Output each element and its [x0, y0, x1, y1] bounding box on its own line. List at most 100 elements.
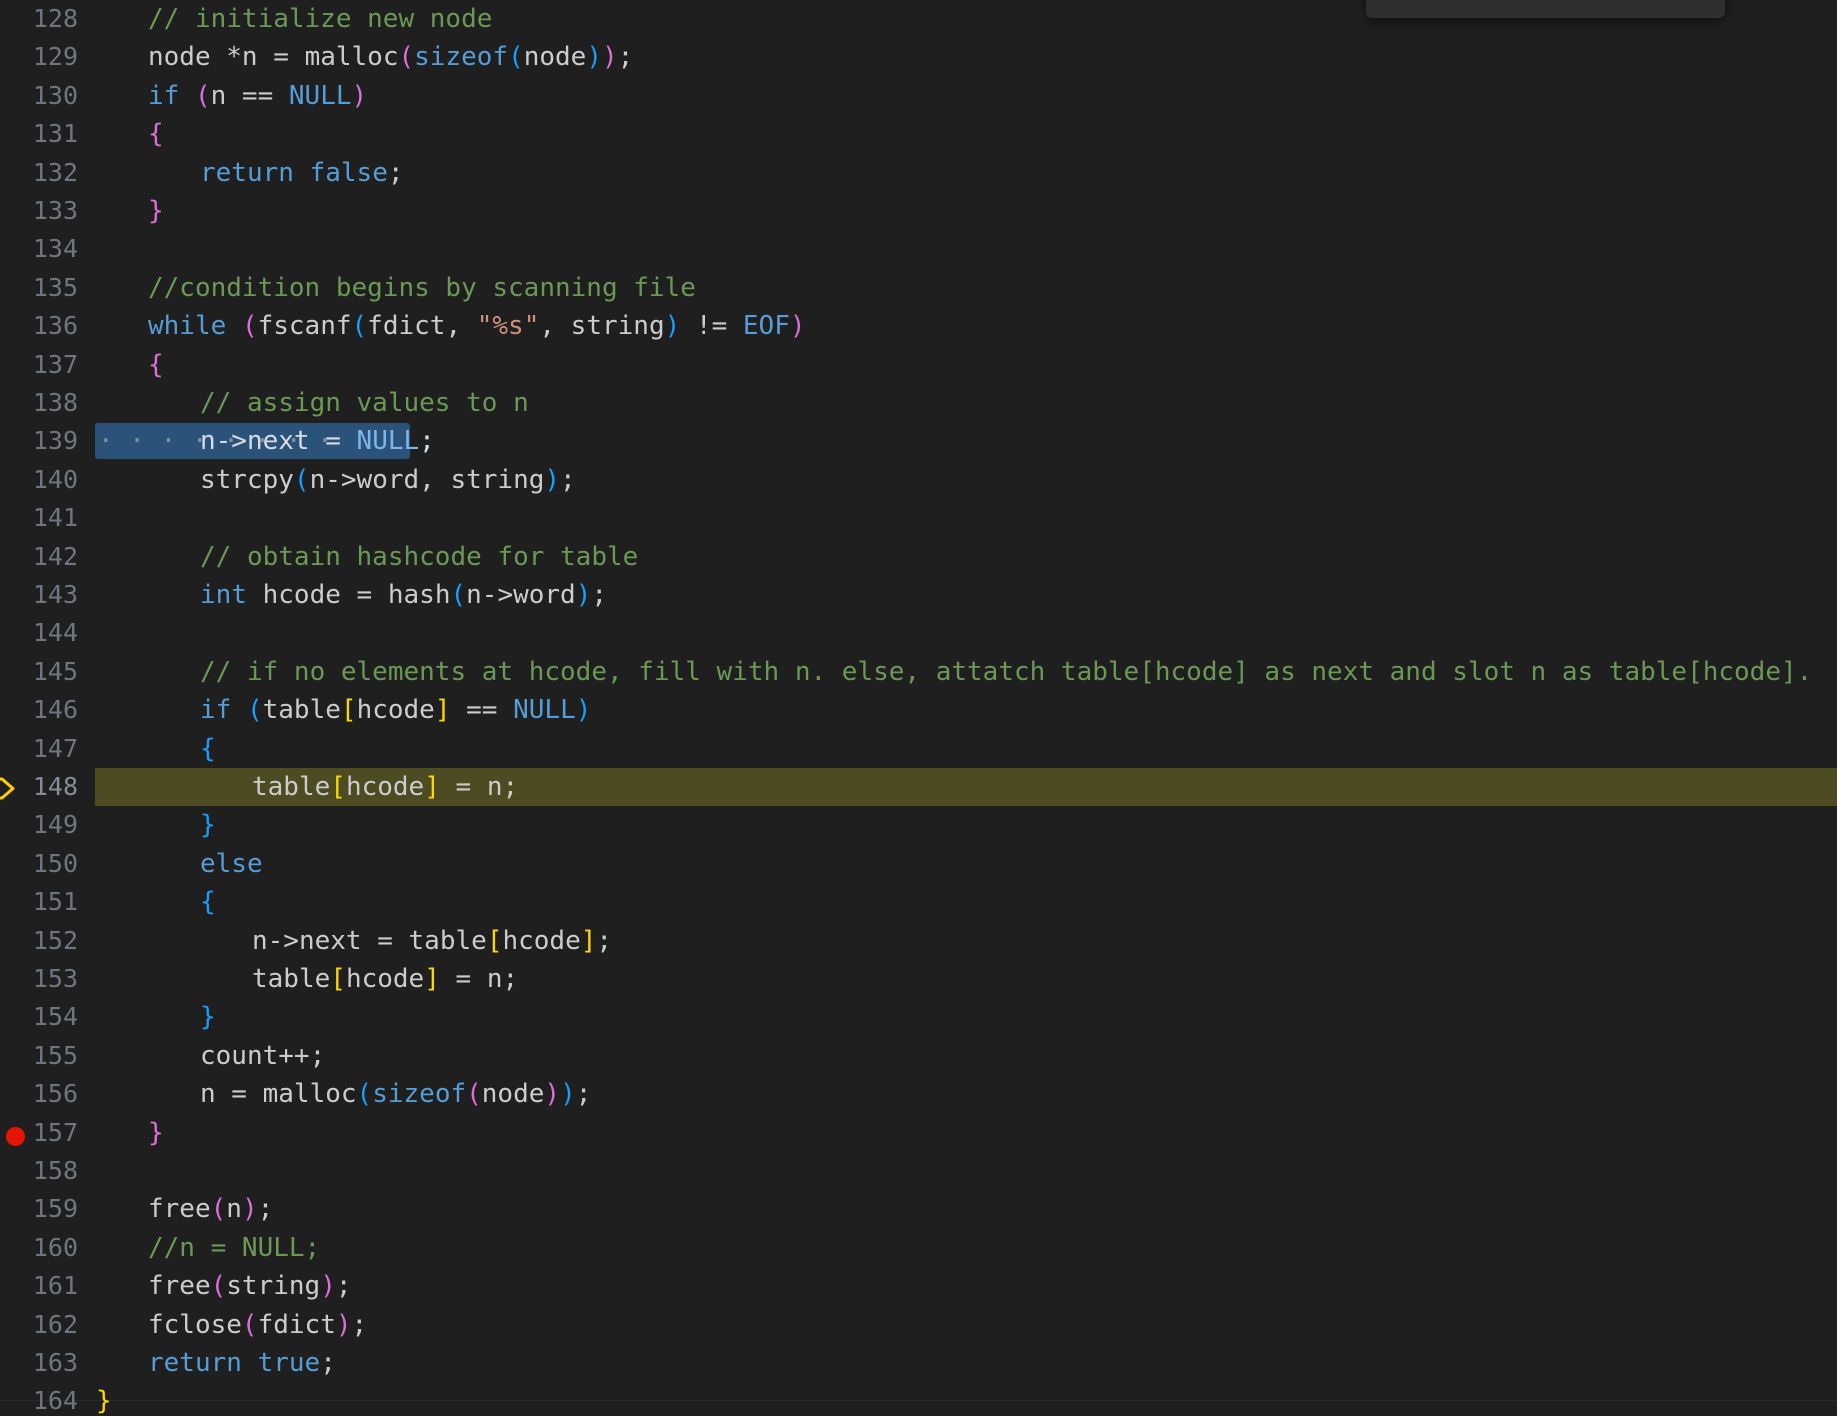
code-token: //condition begins by scanning file: [148, 272, 696, 303]
code-token: {: [148, 349, 164, 380]
line-number: 159: [32, 1194, 78, 1224]
code-token: table: [252, 964, 331, 994]
code-text[interactable]: // obtain hashcode for table: [200, 538, 638, 576]
code-line[interactable]: 130 if (n == NULL): [0, 77, 1837, 115]
code-token: hash: [387, 580, 451, 610]
code-line[interactable]: 133}: [0, 192, 1837, 230]
code-token: }: [200, 1002, 216, 1033]
code-text[interactable]: fclose(fdict);: [148, 1306, 367, 1344]
code-text[interactable]: // initialize new node: [148, 0, 492, 38]
code-line[interactable]: 146 if (table[hcode] == NULL): [0, 691, 1837, 729]
execution-pointer-arrow: [0, 777, 15, 800]
code-line[interactable]: · · · · · · · · 139 n->next = NULL;: [0, 422, 1837, 460]
code-text[interactable]: return true;: [148, 1344, 336, 1382]
code-line[interactable]: 132 return false;: [0, 154, 1837, 192]
code-line[interactable]: 145 // if no elements at hcode, fill with…: [0, 653, 1837, 691]
code-line[interactable]: 141: [0, 499, 1837, 537]
line-number: 152: [32, 925, 78, 955]
code-text[interactable]: }: [148, 1114, 164, 1152]
code-line[interactable]: 131 {: [0, 115, 1837, 153]
code-line[interactable]: 154}: [0, 998, 1837, 1036]
code-text[interactable]: //n = NULL;: [148, 1229, 320, 1267]
code-line[interactable]: 152 n->next = table[hcode];: [0, 922, 1837, 960]
code-text[interactable]: free(n);: [148, 1190, 273, 1228]
code-token: hcode: [345, 772, 425, 802]
code-text[interactable]: }: [96, 1382, 112, 1416]
code-line[interactable]: 158: [0, 1152, 1837, 1190]
code-line[interactable]: 148 table[hcode] = n;: [0, 768, 1837, 807]
line-number: 129: [32, 42, 78, 72]
code-token: strcpy: [200, 464, 294, 495]
code-line[interactable]: 143 int hcode = hash(n->word);: [0, 576, 1837, 614]
code-text[interactable]: table[hcode] = n;: [252, 960, 518, 998]
code-line[interactable]: 142 // obtain hashcode for table: [0, 538, 1837, 576]
code-line[interactable]: 137 {: [0, 346, 1837, 384]
code-lines-viewport[interactable]: 128 // initialize new node 129 node *n = ma…: [0, 0, 1837, 1416]
code-text[interactable]: strcpy(n->word, string);: [200, 461, 576, 499]
code-token: else: [200, 848, 263, 879]
code-text[interactable]: {: [200, 883, 216, 921]
code-token: // obtain hashcode for table: [200, 541, 639, 572]
code-text[interactable]: n = malloc(sizeof(node));: [200, 1075, 591, 1113]
code-text[interactable]: if (n == NULL): [148, 77, 367, 115]
code-text[interactable]: while (fscanf(fdict, "%s", string) != EO…: [148, 307, 806, 345]
code-text[interactable]: return false;: [200, 154, 404, 192]
code-text[interactable]: }: [200, 806, 216, 844]
code-text[interactable]: {: [148, 346, 164, 384]
code-line[interactable]: 150 else: [0, 845, 1837, 883]
execution-pointer-icon[interactable]: [0, 768, 34, 806]
code-line[interactable]: 156 n = malloc(sizeof(node));: [0, 1075, 1837, 1113]
line-number: 137: [32, 349, 78, 379]
code-line[interactable]: 138 // assign values to n: [0, 384, 1837, 422]
line-number: 151: [32, 887, 78, 917]
code-text[interactable]: table[hcode] = n;: [252, 768, 518, 806]
code-token: // initialize new node: [148, 4, 493, 34]
code-text[interactable]: count++;: [200, 1037, 325, 1075]
line-number: 134: [32, 234, 78, 264]
code-line[interactable]: 136 while (fscanf(fdict, "%s", string) !=…: [0, 307, 1837, 345]
code-line[interactable]: 149}: [0, 806, 1837, 844]
code-token: fclose: [148, 1309, 242, 1340]
code-token: n->next =: [200, 426, 357, 457]
code-line[interactable]: 157}: [0, 1114, 1837, 1152]
line-number: 145: [32, 656, 78, 686]
code-line[interactable]: 140 strcpy(n->word, string);: [0, 461, 1837, 499]
code-token: ): [544, 464, 561, 495]
code-text[interactable]: node *n = malloc(sizeof(node));: [148, 38, 633, 76]
code-text[interactable]: if (table[hcode] == NULL): [200, 691, 591, 729]
code-text[interactable]: {: [200, 730, 216, 768]
code-token: ): [320, 1271, 336, 1302]
breakpoint-icon[interactable]: [0, 1114, 34, 1152]
code-text[interactable]: }: [148, 192, 164, 230]
code-line[interactable]: 134: [0, 230, 1837, 268]
code-line[interactable]: 162 fclose(fdict);: [0, 1306, 1837, 1344]
breakpoint-dot: [6, 1126, 25, 1146]
code-editor[interactable]: 128 // initialize new node 129 node *n = ma…: [0, 0, 1837, 1416]
code-text[interactable]: n->next = table[hcode];: [252, 922, 612, 960]
code-line[interactable]: 129 node *n = malloc(sizeof(node));: [0, 38, 1837, 76]
code-line[interactable]: 147 {: [0, 730, 1837, 768]
code-line[interactable]: 159 free(n);: [0, 1190, 1837, 1228]
code-text[interactable]: n->next = NULL;: [200, 422, 435, 460]
code-line[interactable]: 151 {: [0, 883, 1837, 921]
code-line[interactable]: 155 count++;: [0, 1037, 1837, 1075]
code-text[interactable]: free(string);: [148, 1267, 352, 1305]
code-text[interactable]: int hcode = hash(n->word);: [200, 576, 607, 614]
code-text[interactable]: else: [200, 845, 263, 883]
debug-toolbar[interactable]: [1366, 0, 1725, 18]
code-text[interactable]: // if no elements at hcode, fill with n.…: [200, 653, 1812, 691]
code-text[interactable]: }: [200, 998, 216, 1036]
code-line[interactable]: 161 free(string);: [0, 1267, 1837, 1305]
code-token: ): [544, 1079, 561, 1110]
code-line[interactable]: 160 //n = NULL;: [0, 1229, 1837, 1267]
line-number: 143: [32, 580, 78, 609]
code-line[interactable]: 153 table[hcode] = n;: [0, 960, 1837, 998]
code-text[interactable]: //condition begins by scanning file: [148, 269, 696, 307]
code-text[interactable]: // assign values to n: [200, 384, 529, 422]
code-text[interactable]: {: [148, 115, 164, 153]
code-line[interactable]: 144: [0, 614, 1837, 652]
code-line[interactable]: 135 //condition begins by scanning file: [0, 269, 1837, 307]
code-line[interactable]: 163 return true;: [0, 1344, 1837, 1382]
line-number: 141: [32, 503, 78, 533]
